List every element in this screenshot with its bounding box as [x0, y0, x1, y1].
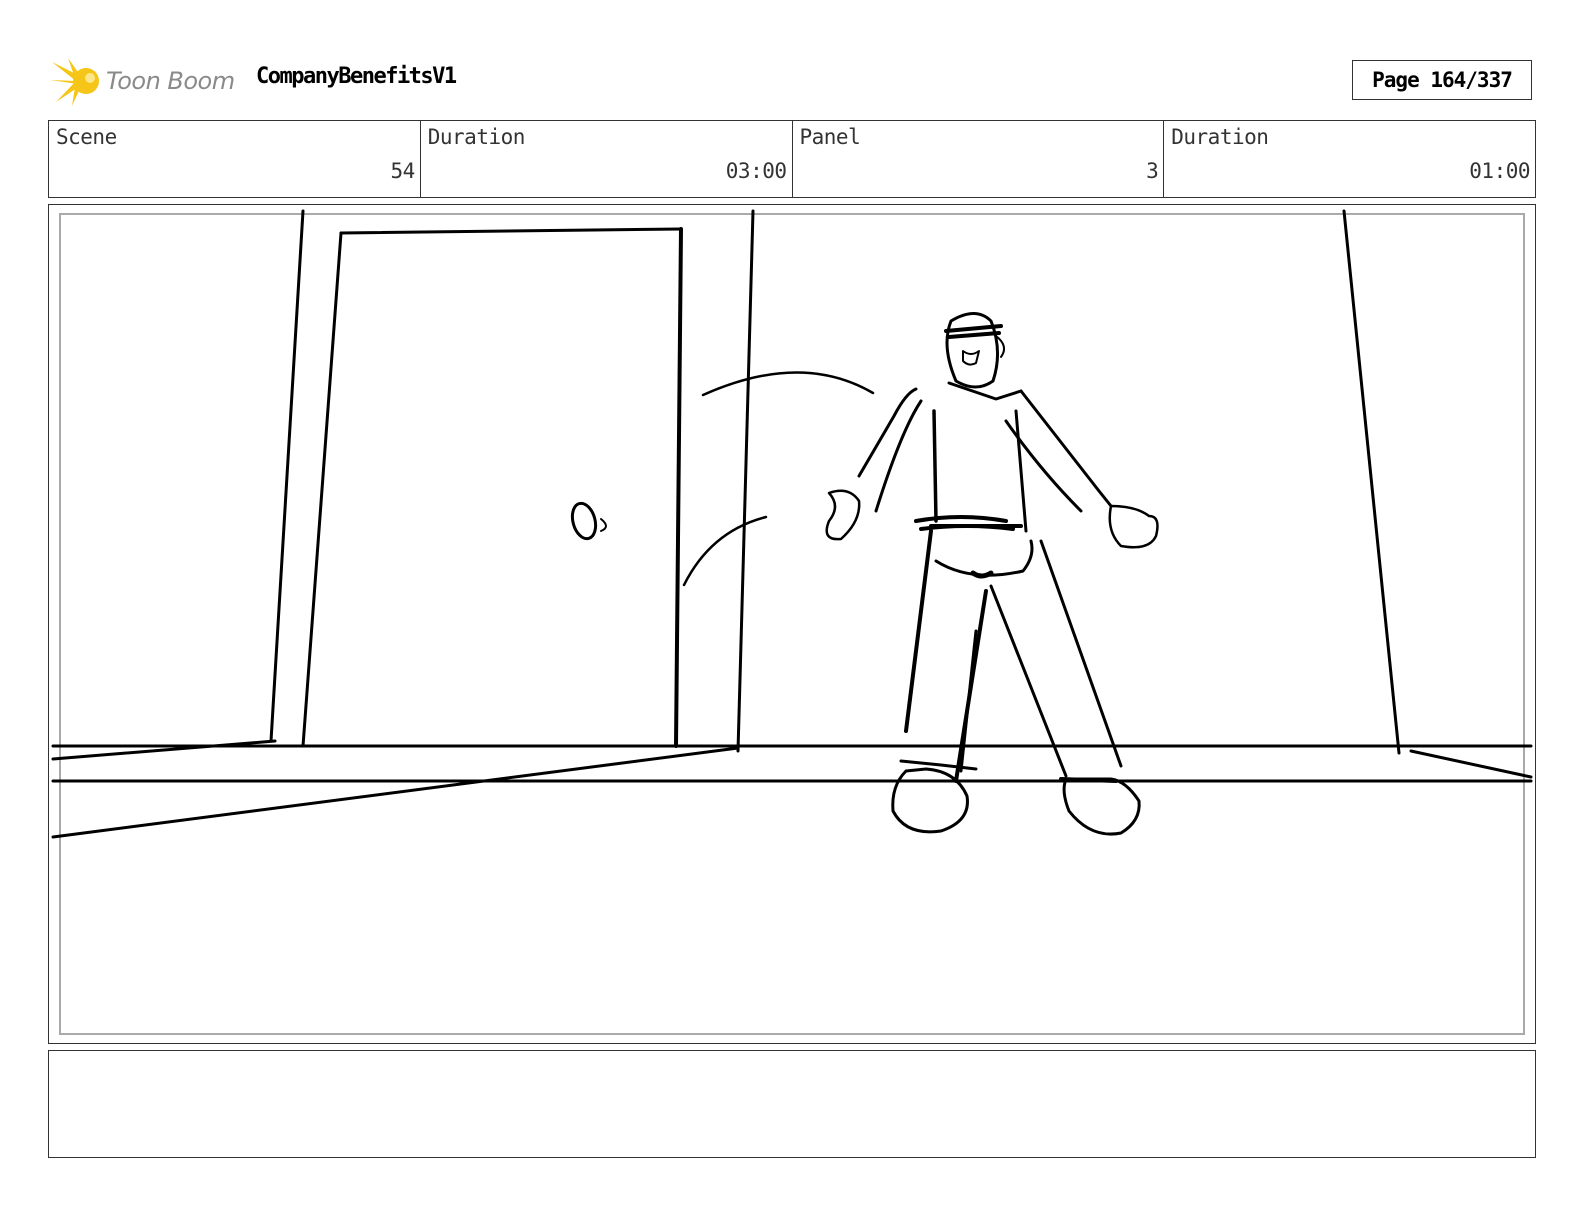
scene-duration-label: Duration [427, 125, 526, 149]
character-left-hand [825, 489, 861, 541]
panel-cell: Panel 3 [793, 121, 1165, 197]
storyboard-panel [48, 204, 1536, 1044]
panel-value: 3 [1146, 159, 1159, 183]
project-title: CompanyBenefitsV1 [256, 64, 457, 89]
scene-duration-value: 03:00 [725, 159, 787, 183]
scene-duration-cell: Duration 03:00 [421, 121, 793, 197]
door-left [301, 231, 343, 748]
door-top [339, 227, 683, 235]
scene-label: Scene [56, 125, 117, 149]
wall-edge-left [269, 209, 305, 743]
toon-boom-logo: Toon Boom [50, 56, 240, 106]
character-left-arm [857, 387, 918, 478]
character-head [945, 312, 999, 389]
info-table: Scene 54 Duration 03:00 Panel 3 Duration… [48, 120, 1536, 198]
panel-duration-cell: Duration 01:00 [1164, 121, 1535, 197]
door-shadow-line [51, 746, 740, 839]
panel-duration-value: 01:00 [1469, 159, 1530, 183]
logo-text: Toon Boom [106, 67, 235, 95]
door-right [674, 227, 683, 748]
scene-cell: Scene 54 [49, 121, 421, 197]
motion-arc-lower [682, 515, 768, 587]
character-belt [914, 515, 1023, 531]
wall-edge-center [736, 209, 755, 753]
storyboard-sketch [51, 209, 1533, 839]
scene-value: 54 [390, 159, 415, 183]
character-right-hand [1108, 504, 1159, 549]
character-right-arm [1019, 389, 1113, 508]
notes-box [48, 1050, 1536, 1158]
wall-edge-right [1342, 209, 1401, 755]
motion-arc-upper [701, 371, 875, 397]
door-knob [570, 501, 598, 541]
page-indicator: Page 164/337 [1352, 60, 1532, 100]
panel-duration-label: Duration [1171, 125, 1269, 149]
starburst-icon [50, 58, 99, 106]
panel-label: Panel [799, 125, 861, 149]
character-right-foot [1062, 777, 1141, 836]
character-left-leg-outer [904, 529, 933, 733]
character-right-leg-outer [1039, 539, 1123, 768]
